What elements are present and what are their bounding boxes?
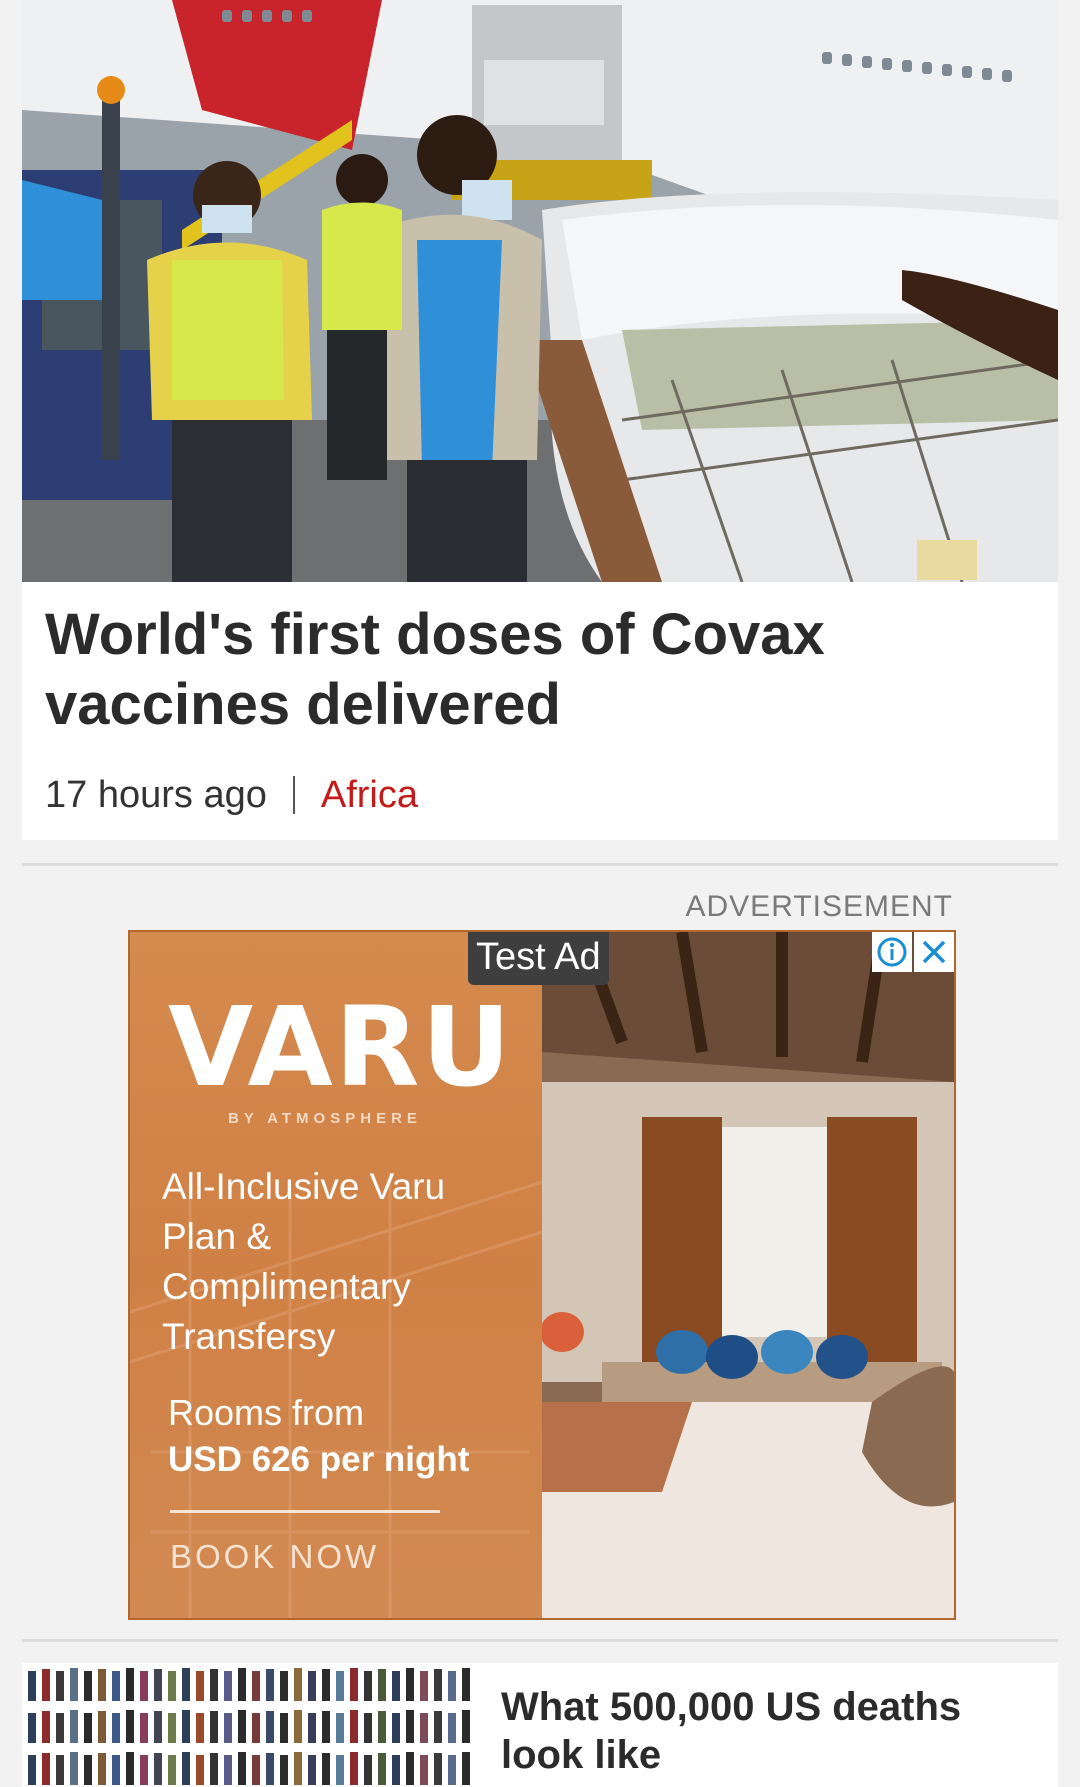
story-meta: 17 hours ago Africa <box>45 770 418 820</box>
section-divider <box>22 1639 1058 1642</box>
test-ad-badge: Test Ad <box>468 932 609 985</box>
advertisement-banner[interactable]: Test Ad VARU BY ATMOSPHERE All-Inclusive… <box>128 930 956 1620</box>
top-story-card[interactable]: World's first doses of Covax vaccines de… <box>22 0 1058 840</box>
story-category-link[interactable]: Africa <box>321 770 418 820</box>
story-hero-image[interactable] <box>22 0 1058 582</box>
ad-divider <box>170 1510 440 1513</box>
ad-hotel-room-image <box>540 932 954 1618</box>
ad-controls <box>870 932 954 972</box>
ad-price-label: Rooms from <box>168 1392 365 1433</box>
advertisement-label: ADVERTISEMENT <box>685 890 953 923</box>
story-timestamp: 17 hours ago <box>45 774 267 816</box>
ad-brand-logo: VARU <box>168 983 513 1111</box>
next-story-headline[interactable]: What 500,000 US deaths look like <box>501 1683 1051 1779</box>
section-divider <box>22 863 1058 866</box>
ad-price-value: USD 626 per night <box>168 1440 470 1479</box>
info-icon[interactable] <box>872 932 912 972</box>
next-story-card[interactable]: What 500,000 US deaths look like <box>22 1663 1058 1787</box>
close-icon[interactable] <box>914 932 954 972</box>
next-story-thumbnail[interactable] <box>22 1663 478 1787</box>
ad-tagline: All-Inclusive Varu Plan & Complimentary … <box>162 1166 446 1357</box>
meta-separator <box>292 776 295 814</box>
book-now-button[interactable]: BOOK NOW <box>170 1538 379 1576</box>
ad-brand-subtitle: BY ATMOSPHERE <box>228 1110 422 1127</box>
story-headline[interactable]: World's first doses of Covax vaccines de… <box>45 600 1025 740</box>
